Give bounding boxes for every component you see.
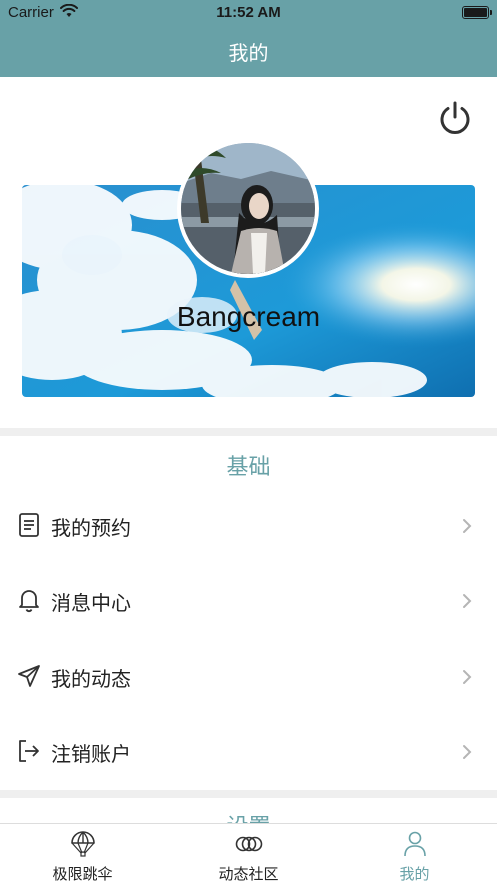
- menu-item-label: 我的动态: [51, 667, 131, 691]
- rings-icon: [235, 836, 262, 852]
- paper-plane-icon: [18, 665, 40, 687]
- section-divider: [0, 428, 497, 436]
- menu-item-my-posts[interactable]: 我的动态: [0, 639, 497, 714]
- tab-skydiving[interactable]: 极限跳伞: [0, 824, 165, 883]
- parachute-icon: [70, 831, 95, 857]
- avatar[interactable]: [177, 139, 319, 278]
- screen: Carrier 11:52 AM 我的 Bangcream 基础 我的预约 消息…: [0, 0, 497, 883]
- username: Bangcream: [176, 301, 321, 332]
- logout-icon: [19, 740, 39, 762]
- tab-label: 动态社区: [218, 865, 279, 883]
- tab-bar: 极限跳伞 动态社区 我的: [0, 823, 497, 883]
- menu-item-messages[interactable]: 消息中心: [0, 563, 497, 638]
- menu-item-appointments[interactable]: 我的预约: [0, 488, 497, 563]
- tab-label: 我的: [399, 865, 430, 883]
- menu-item-label: 我的预约: [51, 516, 131, 540]
- chevron-right-icon: [463, 745, 472, 759]
- section-divider: [0, 790, 497, 798]
- power-button[interactable]: [437, 100, 473, 136]
- avatar-photo: [181, 143, 315, 274]
- chevron-right-icon: [463, 519, 472, 533]
- section-title-basic: 基础: [226, 455, 271, 480]
- page-title: 我的: [228, 41, 269, 65]
- chevron-right-icon: [463, 594, 472, 608]
- tab-mine[interactable]: 我的: [332, 824, 497, 883]
- menu-item-label: 注销账户: [51, 742, 131, 766]
- chevron-right-icon: [463, 670, 472, 684]
- status-bar: Carrier 11:52 AM: [0, 0, 497, 26]
- menu-item-delete-account[interactable]: 注销账户: [0, 714, 497, 789]
- menu-item-label: 消息中心: [51, 591, 131, 615]
- navigation-bar: Carrier 11:52 AM 我的: [0, 0, 497, 77]
- status-time: 11:52 AM: [216, 4, 281, 21]
- tab-community[interactable]: 动态社区: [166, 824, 331, 883]
- battery-icon: [462, 6, 492, 19]
- bell-icon: [19, 590, 39, 613]
- person-icon: [403, 831, 426, 857]
- tab-label: 极限跳伞: [52, 865, 113, 883]
- document-icon: [19, 513, 39, 537]
